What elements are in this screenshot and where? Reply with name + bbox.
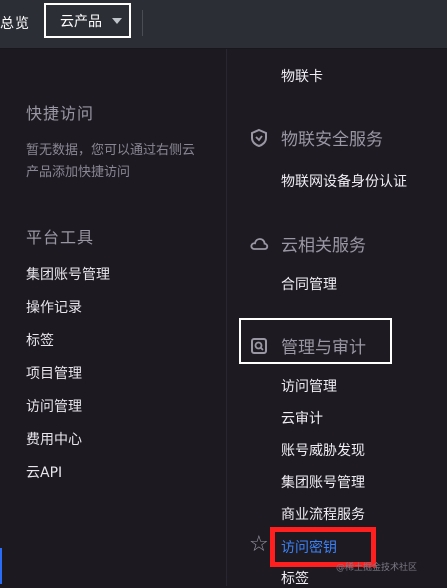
cloud-icon (250, 237, 269, 250)
highlight-box-mgmt-audit (239, 318, 392, 364)
star-icon[interactable]: ☆ (249, 534, 269, 556)
caret-down-icon (112, 17, 122, 24)
section-cloud-related-title: 云相关服务 (281, 236, 366, 256)
left-item-billing-center[interactable]: 费用中心 (26, 429, 82, 449)
cloud-products-dropdown[interactable]: 云产品 (44, 3, 131, 38)
left-item-tags[interactable]: 标签 (26, 330, 54, 350)
menu-item-business-process[interactable]: 商业流程服务 (281, 504, 365, 524)
top-nav-bar: 总览 云产品 (0, 0, 447, 49)
watermark: @稀土掘金技术社区 (336, 563, 418, 573)
menu-item-iot-card[interactable]: 物联卡 (281, 66, 323, 86)
menu-item-account-threat[interactable]: 账号威胁发现 (281, 440, 365, 460)
left-item-group-account[interactable]: 集团账号管理 (26, 264, 110, 284)
scroll-accent (0, 548, 2, 584)
left-item-operation-log[interactable]: 操作记录 (26, 297, 82, 317)
overview-link[interactable]: 总览 (0, 13, 30, 33)
quick-access-title: 快捷访问 (26, 104, 95, 123)
quick-access-empty-note: 暂无数据，您可以通过右侧云产品添加快捷访问 (26, 143, 196, 180)
divider (142, 10, 143, 36)
left-item-access-mgmt[interactable]: 访问管理 (26, 396, 82, 416)
left-item-cloud-api[interactable]: 云API (26, 462, 62, 482)
menu-item-contract-mgmt[interactable]: 合同管理 (281, 274, 337, 294)
left-panel: 快捷访问 暂无数据，您可以通过右侧云产品添加快捷访问 平台工具 集团账号管理 操… (0, 49, 227, 586)
menu-item-iot-device-auth[interactable]: 物联网设备身份认证 (281, 171, 407, 191)
section-iot-security-title: 物联安全服务 (281, 130, 383, 150)
cloud-products-label: 云产品 (60, 13, 102, 30)
menu-item-tags[interactable]: 标签 (281, 568, 309, 588)
menu-item-access-mgmt[interactable]: 访问管理 (281, 376, 337, 396)
left-item-project-mgmt[interactable]: 项目管理 (26, 363, 82, 383)
section-cloud-related: 云相关服务 (249, 231, 366, 256)
menu-item-group-account[interactable]: 集团账号管理 (281, 472, 365, 492)
section-iot-security: 物联安全服务 (249, 125, 383, 150)
shield-icon (251, 128, 267, 147)
menu-item-cloud-audit[interactable]: 云审计 (281, 408, 323, 428)
platform-tools-title: 平台工具 (26, 228, 95, 247)
